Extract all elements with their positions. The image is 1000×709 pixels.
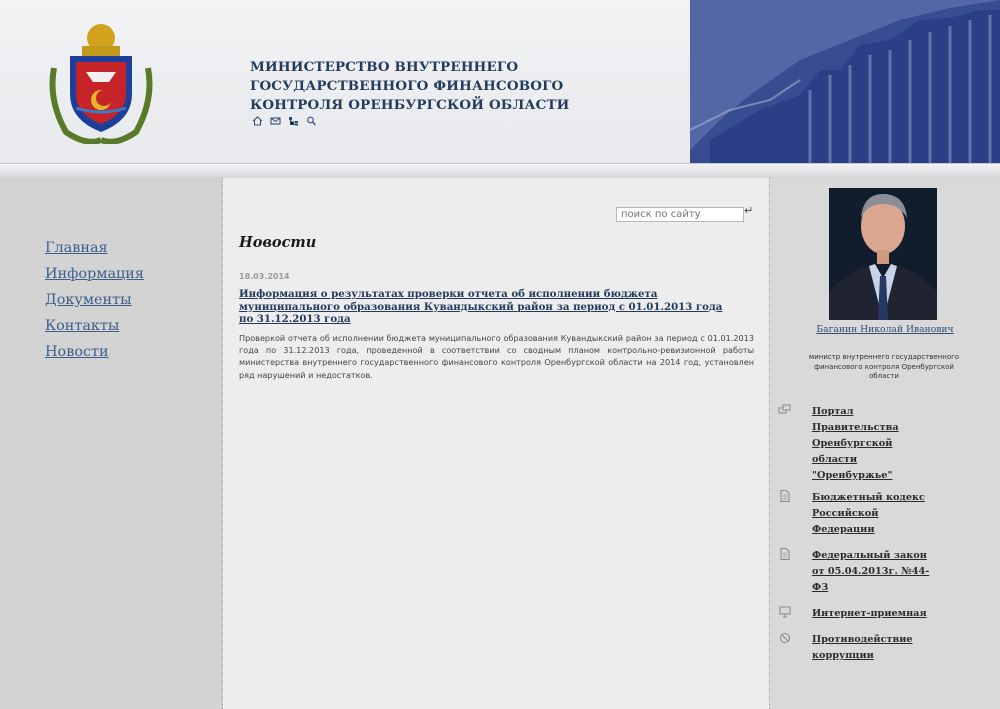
home-icon[interactable] bbox=[252, 116, 263, 126]
header-icon-bar bbox=[252, 116, 317, 126]
site-header: МИНИСТЕРСТВО ВНУТРЕННЕГО ГОСУДАРСТВЕННОГ… bbox=[0, 0, 1000, 165]
nav-item-contacts: Контакты bbox=[45, 315, 144, 335]
nav-link-documents[interactable]: Документы bbox=[45, 292, 132, 308]
minister-portrait[interactable] bbox=[829, 188, 937, 320]
header-divider bbox=[0, 163, 1000, 178]
ministry-title: МИНИСТЕРСТВО ВНУТРЕННЕГО ГОСУДАРСТВЕННОГ… bbox=[250, 59, 570, 113]
link-anti-corruption[interactable]: Противодействие коррупции bbox=[812, 632, 930, 664]
news-heading: Новости bbox=[239, 234, 317, 251]
nav-item-documents: Документы bbox=[45, 289, 144, 309]
search-icon[interactable] bbox=[306, 116, 317, 126]
nav-link-information[interactable]: Информация bbox=[45, 266, 144, 282]
main-content: ↵ Новости 18.03.2014 Информация о резуль… bbox=[222, 178, 770, 709]
link-federal-law[interactable]: Федеральный закон от 05.04.2013г. №44-ФЗ bbox=[812, 548, 930, 596]
coat-of-arms-logo[interactable] bbox=[46, 20, 156, 144]
document-icon bbox=[780, 490, 790, 502]
monitor-icon bbox=[779, 606, 791, 618]
site-search: ↵ bbox=[616, 202, 753, 222]
nav-item-news: Новости bbox=[45, 341, 144, 361]
nav-item-information: Информация bbox=[45, 263, 144, 283]
nav-link-news[interactable]: Новости bbox=[45, 344, 109, 360]
news-date: 18.03.2014 bbox=[239, 272, 290, 281]
minister-name-link[interactable]: Баганин Николай Иванович bbox=[770, 324, 1000, 335]
left-sidebar: Главная Информация Документы Контакты Но… bbox=[0, 178, 221, 709]
search-submit-icon[interactable]: ↵ bbox=[744, 204, 753, 217]
government-building-image bbox=[690, 0, 1000, 165]
link-budget-code[interactable]: Бюджетный кодекс Российской Федерации bbox=[812, 490, 930, 538]
no-sign-icon bbox=[780, 633, 790, 643]
link-portal[interactable]: Портал Правительства Оренбургской област… bbox=[812, 404, 930, 484]
document-icon bbox=[780, 548, 790, 560]
mail-icon[interactable] bbox=[270, 116, 281, 126]
minister-post: министр внутреннего государственного фин… bbox=[808, 353, 960, 380]
nav-link-home[interactable]: Главная bbox=[45, 240, 108, 256]
portal-icon bbox=[778, 404, 791, 414]
right-sidebar: Баганин Николай Иванович министр внутрен… bbox=[770, 178, 1000, 709]
link-internet-reception[interactable]: Интернет-приемная bbox=[812, 606, 930, 622]
sitemap-icon[interactable] bbox=[288, 116, 299, 126]
news-title-link[interactable]: Информация о результатах проверки отчета… bbox=[239, 288, 739, 326]
search-input[interactable] bbox=[616, 207, 744, 222]
nav-link-contacts[interactable]: Контакты bbox=[45, 318, 119, 334]
nav-item-home: Главная bbox=[45, 237, 144, 257]
news-body: Проверкой отчета об исполнении бюджета м… bbox=[239, 333, 754, 380]
main-nav: Главная Информация Документы Контакты Но… bbox=[45, 237, 144, 367]
